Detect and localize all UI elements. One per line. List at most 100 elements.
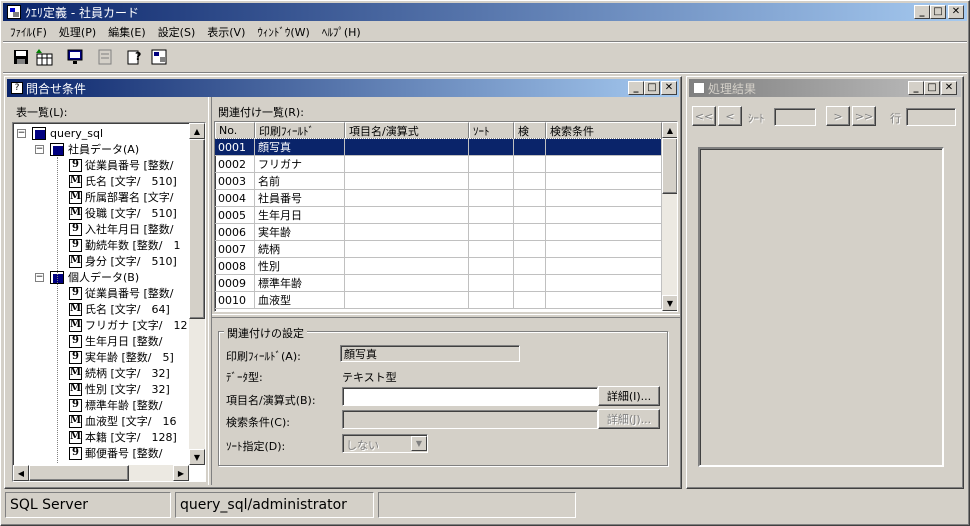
cell-item-expression[interactable]	[345, 190, 469, 207]
table-row[interactable]: 0010 血液型	[215, 292, 662, 309]
query-close-button[interactable]: ✕	[661, 81, 677, 95]
tree-field-node[interactable]: M 続柄 [文字/ 32]	[69, 365, 170, 381]
cell-item-expression[interactable]	[345, 292, 469, 309]
tree-table-node[interactable]: − 社員データ(A)	[35, 141, 139, 157]
cell-item-expression[interactable]	[345, 156, 469, 173]
cell-search-flag[interactable]	[514, 190, 546, 207]
cell-search-flag[interactable]	[514, 173, 546, 190]
cell-no[interactable]: 0005	[215, 207, 255, 224]
tree-field-node[interactable]: M 氏名 [文字/ 510]	[69, 173, 177, 189]
cell-search-condition[interactable]	[546, 139, 662, 156]
cell-item-expression[interactable]	[345, 207, 469, 224]
result-minimize-button[interactable]: _	[908, 81, 924, 95]
tree-field-node[interactable]: M 本籍 [文字/ 128]	[69, 429, 177, 445]
tree-field-node[interactable]: M 身分 [文字/ 510]	[69, 253, 177, 269]
cell-search-condition[interactable]	[546, 292, 662, 309]
menu-view[interactable]: 表示(V)	[201, 24, 251, 40]
query-minimize-button[interactable]: _	[628, 81, 644, 95]
menu-help[interactable]: ﾍﾙﾌﾟ(H)	[316, 24, 367, 40]
cell-no[interactable]: 0008	[215, 258, 255, 275]
cell-print-field[interactable]: 標準年齢	[255, 275, 345, 292]
tree-field-node[interactable]: M フリガナ [文字/ 12	[69, 317, 188, 333]
cell-item-expression[interactable]	[345, 258, 469, 275]
table-row[interactable]: 0002 フリガナ	[215, 156, 662, 173]
cell-no[interactable]: 0006	[215, 224, 255, 241]
table-tree[interactable]: − query_sql − 社員データ(A) 9 従業員番号 [整数/M 氏名 [文字/ 5…	[12, 122, 206, 482]
cell-sort[interactable]	[469, 156, 514, 173]
cell-no[interactable]: 0002	[215, 156, 255, 173]
table-row[interactable]: 0009 標準年齢	[215, 275, 662, 292]
item-detail-button[interactable]: 詳細(I)...	[598, 386, 660, 406]
query-maximize-button[interactable]: □	[644, 81, 660, 95]
col-header-print-field[interactable]: 印刷ﾌｨｰﾙﾄﾞ	[255, 122, 345, 139]
cell-sort[interactable]	[469, 190, 514, 207]
cell-print-field[interactable]: 性別	[255, 258, 345, 275]
table-row[interactable]: 0008 性別	[215, 258, 662, 275]
query-window-title-bar[interactable]: ? 問合せ条件	[7, 79, 679, 97]
tree-scroll-up[interactable]: ▲	[189, 123, 205, 139]
tree-collapse-icon[interactable]: −	[35, 144, 44, 154]
tree-field-node[interactable]: M 氏名 [文字/ 64]	[69, 301, 170, 317]
cell-sort[interactable]	[469, 139, 514, 156]
cell-no[interactable]: 0007	[215, 241, 255, 258]
cell-print-field[interactable]: 社員番号	[255, 190, 345, 207]
menu-edit[interactable]: 編集(E)	[102, 24, 152, 40]
close-button[interactable]: ✕	[948, 5, 964, 19]
cell-print-field[interactable]: 実年齢	[255, 224, 345, 241]
save-toolbar-button[interactable]	[10, 46, 32, 68]
cell-search-flag[interactable]	[514, 224, 546, 241]
tree-field-node[interactable]: M 所属部署名 [文字/	[69, 189, 174, 205]
menu-window[interactable]: ｳｨﾝﾄﾞｳ(W)	[251, 24, 315, 40]
maximize-button[interactable]: □	[930, 5, 946, 19]
cell-no[interactable]: 0003	[215, 173, 255, 190]
table-row[interactable]: 0001 顔写真	[215, 138, 663, 157]
cell-print-field[interactable]: フリガナ	[255, 156, 345, 173]
tree-field-node[interactable]: 9 勤続年数 [整数/ 1	[69, 237, 181, 253]
cell-search-flag[interactable]	[514, 258, 546, 275]
menu-process[interactable]: 処理(P)	[53, 24, 102, 40]
cell-search-condition[interactable]	[546, 241, 662, 258]
table-toolbar-button[interactable]	[34, 46, 56, 68]
cell-no[interactable]: 0010	[215, 292, 255, 309]
tree-field-node[interactable]: 9 郵便番号 [整数/	[69, 445, 163, 461]
tree-field-node[interactable]: 9 標準年齢 [整数/	[69, 397, 163, 413]
tree-collapse-icon[interactable]: −	[17, 128, 26, 138]
tree-vscroll[interactable]: ▲ ▼	[189, 123, 205, 465]
table-row[interactable]: 0007 続柄	[215, 241, 662, 258]
monitor-toolbar-button[interactable]	[64, 46, 86, 68]
col-header-no[interactable]: No.	[215, 122, 255, 139]
result-maximize-button[interactable]: □	[924, 81, 940, 95]
col-header-search-flag[interactable]: 検	[514, 122, 546, 139]
cell-sort[interactable]	[469, 241, 514, 258]
cell-search-flag[interactable]	[514, 156, 546, 173]
mapping-grid[interactable]: No. 印刷ﾌｨｰﾙﾄﾞ 項目名/演算式 ｿｰﾄ 検 検索条件 0001 顔写真 0…	[214, 121, 678, 312]
tree-scroll-left[interactable]: ◀	[13, 465, 29, 481]
tree-scroll-thumb[interactable]	[189, 139, 205, 319]
cell-search-condition[interactable]	[546, 224, 662, 241]
cell-print-field[interactable]: 続柄	[255, 241, 345, 258]
tree-field-node[interactable]: 9 入社年月日 [整数/	[69, 221, 174, 237]
form-toolbar-button[interactable]	[94, 46, 116, 68]
cell-sort[interactable]	[469, 275, 514, 292]
cell-item-expression[interactable]	[345, 173, 469, 190]
cell-search-flag[interactable]	[514, 292, 546, 309]
tree-root[interactable]: − query_sql	[17, 125, 103, 141]
cell-item-expression[interactable]	[345, 275, 469, 292]
menu-file[interactable]: ﾌｧｲﾙ(F)	[4, 24, 53, 40]
tree-field-node[interactable]: 9 生年月日 [整数/	[69, 333, 163, 349]
table-row[interactable]: 0006 実年齢	[215, 224, 662, 241]
cell-print-field[interactable]: 血液型	[255, 292, 345, 309]
cell-item-expression[interactable]	[345, 139, 469, 156]
cell-print-field[interactable]: 名前	[255, 173, 345, 190]
tree-scroll-right[interactable]: ▶	[173, 465, 189, 481]
grid-scroll-thumb[interactable]	[662, 138, 677, 194]
cell-search-flag[interactable]	[514, 241, 546, 258]
grid-vscroll[interactable]: ▲ ▼	[662, 122, 677, 311]
tree-field-node[interactable]: 9 従業員番号 [整数/	[69, 157, 174, 173]
tree-hscroll[interactable]: ◀ ▶	[13, 465, 189, 481]
cell-no[interactable]: 0001	[215, 139, 255, 156]
tree-field-node[interactable]: 9 従業員番号 [整数/	[69, 285, 174, 301]
tree-table-node[interactable]: − 個人データ(B)	[35, 269, 139, 285]
help-query-toolbar-button[interactable]: ?	[124, 46, 146, 68]
table-row[interactable]: 0003 名前	[215, 173, 662, 190]
